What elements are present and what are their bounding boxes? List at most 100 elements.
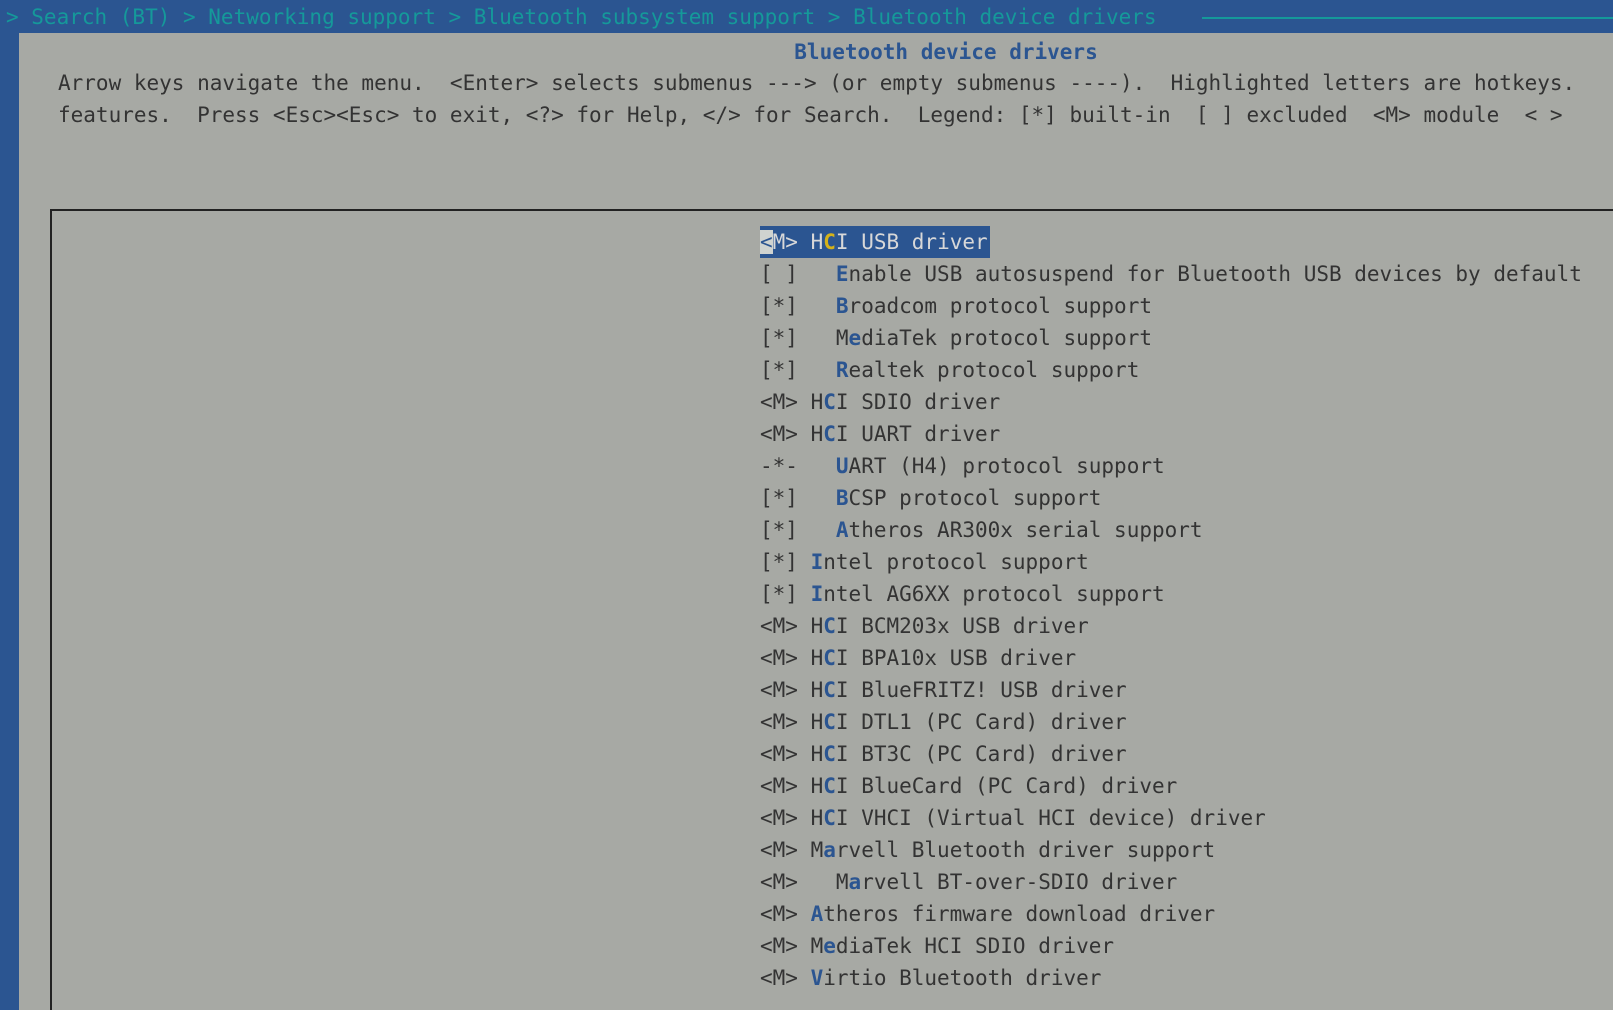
- hotkey-letter: C: [823, 230, 836, 254]
- option-state-indicator[interactable]: [*]: [760, 326, 798, 350]
- option-state-indicator[interactable]: <M>: [760, 710, 798, 734]
- hotkey-letter: B: [835, 486, 849, 510]
- menu-item-intel-ag6xx-protocol-support[interactable]: [*] Intel AG6XX protocol support: [760, 578, 1582, 610]
- menu-item-hci-bpa10x-usb-driver[interactable]: <M> HCI BPA10x USB driver: [760, 642, 1582, 674]
- menu-item-content: <M> HCI VHCI (Virtual HCI device) driver: [760, 802, 1266, 834]
- menu-item-realtek-protocol-support[interactable]: [*] Realtek protocol support: [760, 354, 1582, 386]
- option-state-indicator[interactable]: [*]: [760, 518, 798, 542]
- menu-item-marvell-bluetooth-driver-support[interactable]: <M> Marvell Bluetooth driver support: [760, 834, 1582, 866]
- hotkey-letter: a: [848, 870, 862, 894]
- menu-item-label: Realtek protocol support: [835, 358, 1140, 382]
- hotkey-letter: C: [823, 614, 836, 638]
- option-state-indicator[interactable]: <M>: [760, 742, 798, 766]
- option-state-indicator[interactable]: <M>: [760, 422, 798, 446]
- option-state-indicator[interactable]: <M>: [760, 870, 798, 894]
- menu-list[interactable]: <M> HCI USB driver[ ] Enable USB autosus…: [760, 226, 1582, 994]
- menu-item-label: UART (H4) protocol support: [835, 454, 1165, 478]
- top-divider: [1202, 17, 1613, 19]
- option-state-indicator[interactable]: <M>: [760, 838, 798, 862]
- menu-item-content: [*] Intel protocol support: [760, 546, 1089, 578]
- menu-item-label: MediaTek protocol support: [835, 326, 1152, 350]
- menu-item-mediatek-hci-sdio-driver[interactable]: <M> MediaTek HCI SDIO driver: [760, 930, 1582, 962]
- menu-item-hci-usb-driver[interactable]: <M> HCI USB driver: [760, 226, 1582, 258]
- menu-item-label: HCI UART driver: [810, 422, 1001, 446]
- menu-item-label: BCSP protocol support: [835, 486, 1102, 510]
- menu-item-hci-bluecard-pc-card-driver[interactable]: <M> HCI BlueCard (PC Card) driver: [760, 770, 1582, 802]
- menu-item-content: <M> Marvell Bluetooth driver support: [760, 834, 1215, 866]
- hotkey-letter: C: [823, 422, 836, 446]
- menu-item-hci-bcm203x-usb-driver[interactable]: <M> HCI BCM203x USB driver: [760, 610, 1582, 642]
- option-state-indicator[interactable]: <M>: [760, 934, 798, 958]
- hotkey-letter: E: [835, 262, 849, 286]
- menu-item-hci-dtl1-pc-card-driver[interactable]: <M> HCI DTL1 (PC Card) driver: [760, 706, 1582, 738]
- menu-item-hci-uart-driver[interactable]: <M> HCI UART driver: [760, 418, 1582, 450]
- option-state-indicator[interactable]: <M>: [760, 614, 798, 638]
- menu-item-content: <M> HCI BCM203x USB driver: [760, 610, 1089, 642]
- menu-item-label: HCI USB driver: [810, 230, 988, 254]
- menu-item-atheros-ar300x-serial-support[interactable]: [*] Atheros AR300x serial support: [760, 514, 1582, 546]
- menu-item-label: Marvell Bluetooth driver support: [810, 838, 1216, 862]
- hotkey-letter: C: [823, 710, 836, 734]
- menu-item-label: HCI BlueFRITZ! USB driver: [810, 678, 1127, 702]
- option-state-indicator[interactable]: [*]: [760, 582, 798, 606]
- option-state-indicator[interactable]: <M>: [760, 806, 798, 830]
- menu-item-content: -*- UART (H4) protocol support: [760, 450, 1165, 482]
- option-state-indicator[interactable]: [*]: [760, 294, 798, 318]
- option-state-indicator[interactable]: <M>: [760, 902, 798, 926]
- option-state-indicator[interactable]: [ ]: [760, 262, 798, 286]
- option-state-indicator[interactable]: -*-: [760, 454, 798, 478]
- hotkey-letter: U: [835, 454, 849, 478]
- option-state-indicator[interactable]: [*]: [760, 358, 798, 382]
- menuconfig-window: Bluetooth device drivers Arrow keys navi…: [19, 33, 1613, 1010]
- menu-item-hci-bluefritz-usb-driver[interactable]: <M> HCI BlueFRITZ! USB driver: [760, 674, 1582, 706]
- menu-item-bcsp-protocol-support[interactable]: [*] BCSP protocol support: [760, 482, 1582, 514]
- menu-item-mediatek-protocol-support[interactable]: [*] MediaTek protocol support: [760, 322, 1582, 354]
- option-state-indicator[interactable]: <M>: [760, 230, 798, 254]
- menu-item-uart-h4-protocol-support[interactable]: -*- UART (H4) protocol support: [760, 450, 1582, 482]
- menu-item-intel-protocol-support[interactable]: [*] Intel protocol support: [760, 546, 1582, 578]
- hotkey-letter: C: [823, 646, 836, 670]
- option-state-indicator[interactable]: <M>: [760, 390, 798, 414]
- menu-item-hci-bt3c-pc-card-driver[interactable]: <M> HCI BT3C (PC Card) driver: [760, 738, 1582, 770]
- breadcrumb-bar: > Search (BT) > Networking support > Blu…: [0, 0, 1613, 33]
- menu-item-content: [*] Broadcom protocol support: [760, 290, 1152, 322]
- menu-item-virtio-bluetooth-driver[interactable]: <M> Virtio Bluetooth driver: [760, 962, 1582, 994]
- menu-item-label: Atheros AR300x serial support: [835, 518, 1203, 542]
- option-state-indicator[interactable]: <M>: [760, 646, 798, 670]
- option-state-indicator[interactable]: [*]: [760, 550, 798, 574]
- option-state-indicator[interactable]: [*]: [760, 486, 798, 510]
- menu-item-label: Atheros firmware download driver: [810, 902, 1216, 926]
- hotkey-letter: e: [848, 326, 862, 350]
- hotkey-letter: C: [823, 678, 836, 702]
- menu-item-content: [ ] Enable USB autosuspend for Bluetooth…: [760, 258, 1582, 290]
- menu-item-content: <M> HCI BT3C (PC Card) driver: [760, 738, 1127, 770]
- option-state-indicator[interactable]: <M>: [760, 966, 798, 990]
- menu-item-content: <M> HCI BlueCard (PC Card) driver: [760, 770, 1177, 802]
- help-text-line-2: features. Press <Esc><Esc> to exit, <?> …: [58, 103, 1563, 127]
- menu-item-hci-sdio-driver[interactable]: <M> HCI SDIO driver: [760, 386, 1582, 418]
- menu-item-marvell-bt-over-sdio-driver[interactable]: <M> Marvell BT-over-SDIO driver: [760, 866, 1582, 898]
- hotkey-letter: e: [823, 934, 836, 958]
- hotkey-letter: I: [810, 550, 824, 574]
- menu-item-broadcom-protocol-support[interactable]: [*] Broadcom protocol support: [760, 290, 1582, 322]
- option-state-indicator[interactable]: <M>: [760, 678, 798, 702]
- menu-item-content: [*] Intel AG6XX protocol support: [760, 578, 1165, 610]
- hotkey-letter: C: [823, 774, 836, 798]
- menu-item-label: Intel AG6XX protocol support: [810, 582, 1165, 606]
- menu-item-label: HCI BCM203x USB driver: [810, 614, 1089, 638]
- menu-item-atheros-firmware-download-driver[interactable]: <M> Atheros firmware download driver: [760, 898, 1582, 930]
- option-state-indicator[interactable]: <M>: [760, 774, 798, 798]
- menu-item-enable-usb-autosuspend-for-bluetooth-usb-devices-by-default[interactable]: [ ] Enable USB autosuspend for Bluetooth…: [760, 258, 1582, 290]
- menu-item-label: Broadcom protocol support: [835, 294, 1152, 318]
- hotkey-letter: A: [810, 902, 824, 926]
- hotkey-letter: C: [823, 806, 836, 830]
- hotkey-letter: C: [823, 742, 836, 766]
- menu-item-hci-vhci-virtual-hci-device-driver[interactable]: <M> HCI VHCI (Virtual HCI device) driver: [760, 802, 1582, 834]
- hotkey-letter: R: [835, 358, 849, 382]
